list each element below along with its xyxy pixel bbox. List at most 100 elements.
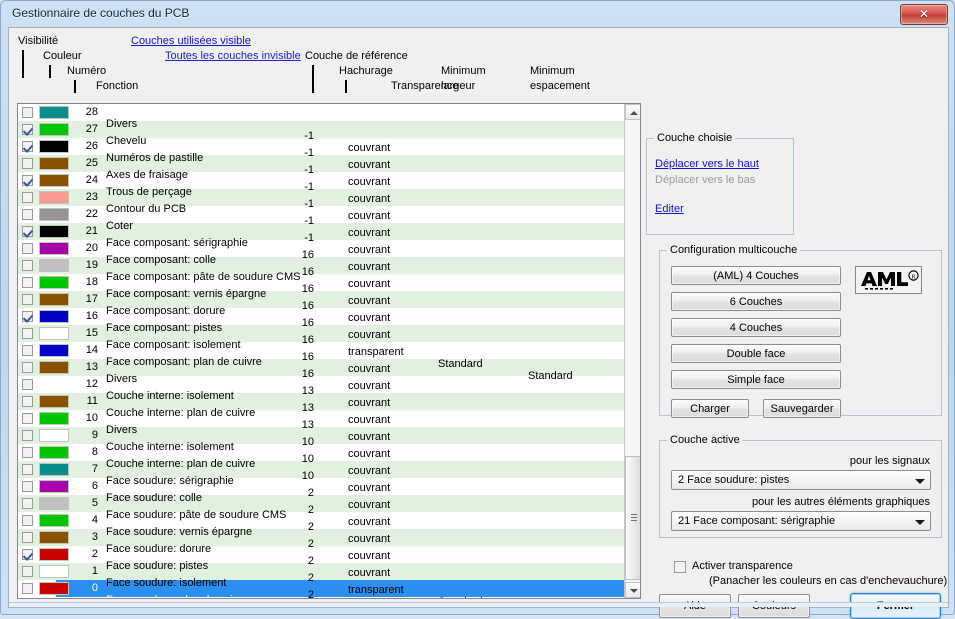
link-couches-utilisees-visible[interactable]: Couches utilisées visible bbox=[131, 35, 251, 47]
visibility-checkbox[interactable] bbox=[22, 362, 33, 373]
visibility-checkbox[interactable] bbox=[22, 532, 33, 543]
visibility-checkbox[interactable] bbox=[22, 260, 33, 271]
visibility-checkbox[interactable] bbox=[22, 294, 33, 305]
cell-fonction: Face composant: dorure bbox=[106, 305, 226, 317]
button-sauvegarder[interactable]: Sauvegarder bbox=[763, 399, 841, 418]
close-button[interactable]: ✕ bbox=[900, 4, 948, 25]
aml-logo-svg: R bbox=[856, 267, 921, 293]
color-swatch[interactable] bbox=[39, 242, 69, 255]
cell-numero: 9 bbox=[91, 429, 98, 441]
dialog-client-area: Visibilité Couleur Numéro Fonction Couch… bbox=[8, 27, 949, 619]
color-swatch[interactable] bbox=[39, 497, 69, 510]
visibility-checkbox[interactable] bbox=[22, 498, 33, 509]
color-swatch[interactable] bbox=[39, 480, 69, 493]
link-toutes-couches-invisible[interactable]: Toutes les couches invisible bbox=[165, 50, 301, 62]
visibility-checkbox[interactable] bbox=[22, 328, 33, 339]
color-swatch[interactable] bbox=[39, 412, 69, 425]
color-swatch[interactable] bbox=[39, 327, 69, 340]
visibility-checkbox[interactable] bbox=[22, 396, 33, 407]
button-simple-face[interactable]: Simple face bbox=[671, 370, 841, 389]
cell-numero: 16 bbox=[85, 310, 98, 322]
button-6-couches[interactable]: 6 Couches bbox=[671, 292, 841, 311]
color-swatch[interactable] bbox=[39, 429, 69, 442]
color-swatch[interactable] bbox=[39, 395, 69, 408]
layer-table[interactable]: 28 Divers -1 couvrant 27 Chevelu -1 couvrant 26 N… bbox=[17, 103, 641, 599]
cell-fonction: Coter bbox=[106, 220, 133, 232]
svg-text:R: R bbox=[911, 274, 916, 281]
visibility-checkbox[interactable] bbox=[22, 243, 33, 254]
activer-transparence-checkbox[interactable] bbox=[674, 561, 686, 573]
visibility-checkbox[interactable] bbox=[22, 549, 33, 560]
visibility-checkbox[interactable] bbox=[22, 447, 33, 458]
header-label-couleur: Couleur bbox=[43, 50, 82, 62]
color-swatch[interactable] bbox=[39, 259, 69, 272]
link-move-up[interactable]: Déplacer vers le haut bbox=[655, 158, 759, 170]
visibility-checkbox[interactable] bbox=[22, 481, 33, 492]
visibility-checkbox[interactable] bbox=[22, 175, 33, 186]
cell-numero: 7 bbox=[91, 463, 98, 475]
chevron-up-icon bbox=[630, 111, 638, 115]
color-swatch[interactable] bbox=[39, 310, 69, 323]
visibility-checkbox[interactable] bbox=[22, 413, 33, 424]
cell-numero: 21 bbox=[85, 225, 98, 237]
button-4-couches[interactable]: 4 Couches bbox=[671, 318, 841, 337]
color-swatch[interactable] bbox=[39, 531, 69, 544]
color-swatch[interactable] bbox=[39, 293, 69, 306]
color-swatch[interactable] bbox=[39, 225, 69, 238]
header-label-couche-reference: Couche de référence bbox=[305, 50, 408, 62]
layer-table-rows: 28 Divers -1 couvrant 27 Chevelu -1 couvrant 26 N… bbox=[18, 104, 625, 598]
link-editer[interactable]: Editer bbox=[655, 203, 684, 215]
visibility-checkbox[interactable] bbox=[22, 379, 33, 390]
visibility-checkbox[interactable] bbox=[22, 430, 33, 441]
color-swatch[interactable] bbox=[39, 446, 69, 459]
visibility-checkbox[interactable] bbox=[22, 107, 33, 118]
color-swatch[interactable] bbox=[39, 157, 69, 170]
header-label-numero: Numéro bbox=[67, 65, 107, 77]
visibility-checkbox[interactable] bbox=[22, 209, 33, 220]
color-swatch[interactable] bbox=[39, 174, 69, 187]
table-row[interactable]: 28 Divers -1 couvrant bbox=[18, 104, 625, 154]
cell-fonction: Contour du PCB bbox=[106, 203, 187, 215]
color-swatch[interactable] bbox=[39, 276, 69, 289]
color-swatch[interactable] bbox=[39, 344, 69, 357]
combo-couche-autres[interactable]: 21 Face composant: sérigraphie bbox=[671, 511, 931, 531]
button-aml-4-couches[interactable]: (AML) 4 Couches bbox=[671, 266, 841, 285]
cell-fonction: Face soudure: vernis épargne bbox=[106, 526, 253, 538]
visibility-checkbox[interactable] bbox=[22, 158, 33, 169]
color-swatch[interactable] bbox=[39, 208, 69, 221]
cell-fonction: Face soudure: sérigraphie bbox=[106, 475, 234, 487]
visibility-checkbox[interactable] bbox=[22, 124, 33, 135]
caption-pour-les-signaux: pour les signaux bbox=[850, 455, 930, 467]
color-swatch[interactable] bbox=[39, 548, 69, 561]
visibility-checkbox[interactable] bbox=[22, 345, 33, 356]
color-swatch[interactable] bbox=[39, 106, 69, 119]
combo-couche-signaux-value: 2 Face soudure: pistes bbox=[678, 474, 790, 486]
cell-fonction: Face composant: colle bbox=[106, 254, 217, 266]
header-label-minimum-largeur-2: largeur bbox=[441, 80, 476, 92]
visibility-checkbox[interactable] bbox=[22, 192, 33, 203]
button-charger[interactable]: Charger bbox=[671, 399, 749, 418]
button-double-face[interactable]: Double face bbox=[671, 344, 841, 363]
color-swatch[interactable] bbox=[39, 463, 69, 476]
color-swatch[interactable] bbox=[39, 514, 69, 527]
color-swatch[interactable] bbox=[39, 123, 69, 136]
visibility-checkbox[interactable] bbox=[22, 515, 33, 526]
color-swatch[interactable] bbox=[39, 361, 69, 374]
chevron-down-icon[interactable] bbox=[911, 514, 928, 529]
color-swatch[interactable] bbox=[39, 191, 69, 204]
chevron-down-icon[interactable] bbox=[911, 473, 928, 488]
visibility-checkbox[interactable] bbox=[22, 141, 33, 152]
visibility-checkbox[interactable] bbox=[22, 566, 33, 577]
combo-couche-signaux[interactable]: 2 Face soudure: pistes bbox=[671, 470, 931, 490]
visibility-checkbox[interactable] bbox=[22, 583, 33, 594]
cell-numero: 1 bbox=[91, 565, 98, 577]
visibility-checkbox[interactable] bbox=[22, 464, 33, 475]
visibility-checkbox[interactable] bbox=[22, 226, 33, 237]
visibility-checkbox[interactable] bbox=[22, 277, 33, 288]
color-swatch[interactable] bbox=[39, 140, 69, 153]
visibility-checkbox[interactable] bbox=[22, 311, 33, 322]
cell-numero: 28 bbox=[85, 106, 98, 118]
cell-fonction: Chevelu bbox=[106, 135, 147, 147]
color-swatch[interactable] bbox=[39, 582, 69, 595]
color-swatch[interactable] bbox=[39, 565, 69, 578]
